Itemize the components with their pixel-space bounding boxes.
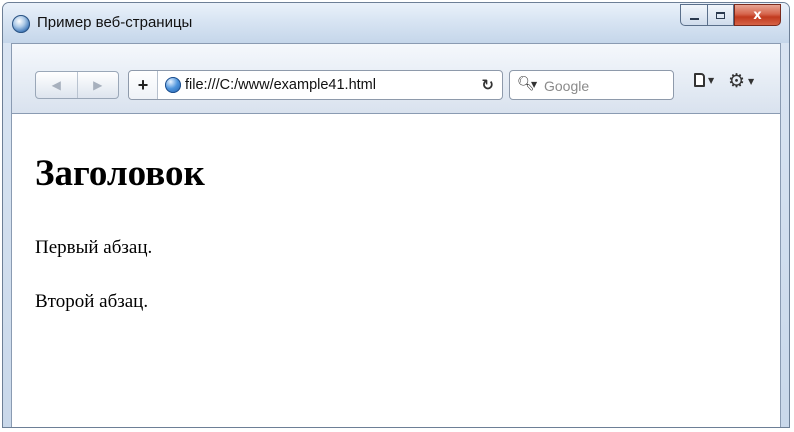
close-icon: x — [753, 7, 762, 23]
forward-button[interactable]: ▶ — [76, 72, 119, 98]
browser-app-icon[interactable] — [12, 15, 30, 33]
window-title: Пример веб-страницы — [37, 14, 193, 31]
page-heading: Заголовок — [35, 153, 205, 194]
add-button[interactable]: + — [129, 71, 158, 99]
back-forward-group: ◀ ▶ — [35, 71, 119, 99]
tools-menu-button[interactable]: ⚙ ▼ — [728, 70, 754, 92]
gear-icon: ⚙ — [728, 70, 746, 92]
plus-icon: + — [137, 74, 149, 95]
maximize-button[interactable] — [707, 4, 734, 26]
address-bar[interactable]: + file:///C:/www/example41.html ↻ — [128, 70, 503, 100]
window-controls: x — [680, 4, 781, 26]
back-arrow-icon: ◀ — [51, 78, 61, 92]
navigation-toolbar: ◀ ▶ + file:///C:/www/example41.html ↻ 🔍︎… — [11, 43, 781, 113]
globe-icon — [165, 77, 181, 93]
page-icon — [694, 73, 705, 87]
forward-arrow-icon: ▶ — [93, 78, 103, 92]
minimize-icon — [689, 17, 699, 20]
page-menu-caret-icon: ▼ — [708, 75, 715, 85]
browser-window: Пример веб-страницы x ◀ ▶ + file:///C:/w… — [2, 2, 790, 428]
search-box[interactable]: 🔍︎ ▼ Google — [509, 70, 674, 100]
close-button[interactable]: x — [734, 4, 781, 26]
address-url[interactable]: file:///C:/www/example41.html — [185, 77, 376, 93]
search-engine-caret-icon[interactable]: ▼ — [531, 80, 537, 89]
back-button[interactable]: ◀ — [36, 72, 77, 98]
page-menu-button[interactable]: ▼ — [694, 73, 714, 87]
title-bar[interactable]: Пример веб-страницы x — [3, 3, 789, 43]
minimize-button[interactable] — [680, 4, 707, 26]
paragraph-first: Первый абзац. — [35, 237, 153, 258]
page-viewport: Заголовок Первый абзац. Второй абзац. — [11, 113, 781, 427]
tools-menu-caret-icon: ▼ — [748, 76, 755, 86]
search-placeholder[interactable]: Google — [544, 78, 589, 94]
reload-icon[interactable]: ↻ — [481, 76, 494, 94]
maximize-icon — [716, 11, 725, 19]
paragraph-second: Второй абзац. — [35, 291, 149, 312]
